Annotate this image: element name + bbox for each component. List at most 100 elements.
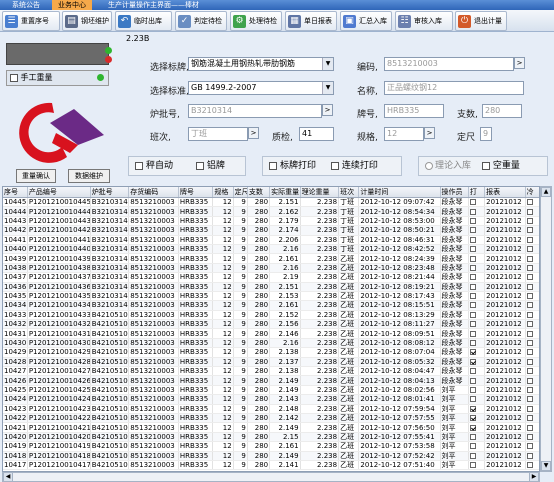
table-row[interactable]: 10418 P1201210010418 B4210510 8513210003 HRB…: [3, 451, 539, 461]
scroll-left-icon[interactable]: ◀: [3, 472, 13, 482]
row-checkbox[interactable]: [469, 227, 476, 234]
row-checkbox[interactable]: [469, 274, 476, 281]
table-row[interactable]: 10444 P1201210010444 B3210314 8513210003 HRB…: [3, 206, 539, 217]
scroll-up-icon[interactable]: ▲: [541, 187, 551, 197]
table-row[interactable]: 10420 P1201210010420 B4210510 8513210003 HRB…: [3, 432, 539, 443]
weight-confirm-button[interactable]: 重量确认: [16, 169, 56, 183]
table-row[interactable]: 10438 P1201210010438 B3210314 8513210003 HRB…: [3, 263, 539, 274]
row-checkbox[interactable]: [469, 293, 476, 300]
theory-in-radio[interactable]: [425, 161, 433, 170]
column-header[interactable]: 班次: [338, 187, 360, 198]
table-row[interactable]: 10425 P1201210010425 B4210510 8513210003 HRB…: [3, 385, 539, 396]
column-header[interactable]: 理论重量: [300, 187, 340, 198]
row-checkbox[interactable]: [469, 443, 476, 450]
name-field[interactable]: 正品螺纹钢12: [384, 81, 524, 95]
row-checkbox[interactable]: [469, 405, 476, 412]
count-field[interactable]: 280: [482, 104, 522, 118]
table-row[interactable]: 10435 P1201210010435 B3210314 8513210003 HRB…: [3, 291, 539, 302]
table-row[interactable]: 10431 P1201210010431 B4210510 8513210003 HRB…: [3, 328, 539, 339]
row-checkbox[interactable]: [526, 387, 533, 393]
auto-weigh-checkbox[interactable]: [135, 161, 143, 170]
column-header[interactable]: 存货编码: [128, 187, 179, 198]
code-field[interactable]: 8513210003: [384, 57, 514, 71]
column-header[interactable]: 产品编号: [27, 187, 91, 198]
row-checkbox[interactable]: [469, 424, 476, 431]
row-checkbox[interactable]: [469, 377, 476, 384]
table-row[interactable]: 10433 P1201210010433 B4210510 8513210003 HRB…: [3, 310, 539, 321]
aluminum-tag-checkbox[interactable]: [195, 161, 204, 170]
row-checkbox[interactable]: [469, 330, 476, 337]
toolbar-button-0[interactable]: ☰ 重置序号: [2, 11, 60, 31]
row-checkbox[interactable]: [526, 358, 533, 365]
table-row[interactable]: 10421 P1201210010421 B4210510 8513210003 HRB…: [3, 422, 539, 433]
row-checkbox[interactable]: [526, 255, 533, 262]
row-checkbox[interactable]: [526, 433, 533, 440]
scroll-down-icon[interactable]: ▼: [541, 461, 551, 471]
row-checkbox[interactable]: [469, 302, 476, 309]
row-checkbox[interactable]: [469, 236, 476, 243]
row-checkbox[interactable]: [469, 321, 476, 328]
row-checkbox[interactable]: [469, 433, 476, 440]
table-row[interactable]: 10429 P1201210010429 B4210510 8513210003 HRB…: [3, 347, 539, 358]
row-checkbox[interactable]: [526, 199, 533, 206]
row-checkbox[interactable]: [469, 368, 476, 375]
row-checkbox[interactable]: [526, 368, 533, 375]
row-checkbox[interactable]: [526, 340, 533, 347]
furnace-field[interactable]: B3210314: [188, 104, 322, 118]
row-checkbox[interactable]: [526, 283, 533, 290]
row-checkbox[interactable]: [526, 424, 533, 431]
toolbar-button-5[interactable]: ▦ 单日报表: [285, 11, 337, 31]
row-checkbox[interactable]: [526, 405, 533, 412]
table-row[interactable]: 10422 P1201210010422 B4210510 8513210003 HRB…: [3, 413, 539, 424]
column-header[interactable]: 报表: [484, 187, 526, 198]
row-checkbox[interactable]: [526, 293, 533, 300]
toolbar-button-6[interactable]: ▣ 汇总入库: [340, 11, 392, 31]
row-checkbox[interactable]: [526, 264, 533, 271]
row-checkbox[interactable]: [526, 443, 533, 450]
tab-production-weighing[interactable]: 生产计量操作主界面——棒材: [102, 0, 205, 10]
row-checkbox[interactable]: [469, 396, 476, 403]
shift-browse-button[interactable]: >: [248, 127, 259, 139]
table-row[interactable]: 10443 P1201210010443 B3210314 8513210003 HRB…: [3, 216, 539, 227]
column-header[interactable]: 冷: [525, 187, 539, 198]
empty-weight-checkbox[interactable]: [481, 161, 490, 170]
table-row[interactable]: 10434 P1201210010434 B3210314 8513210003 HRB…: [3, 300, 539, 311]
row-checkbox[interactable]: [526, 246, 533, 253]
row-checkbox[interactable]: [469, 462, 476, 469]
table-row[interactable]: 10430 P1201210010430 B4210510 8513210003 HRB…: [3, 338, 539, 349]
spec-browse-button[interactable]: >: [424, 127, 435, 139]
row-checkbox[interactable]: [526, 377, 533, 384]
code-browse-button[interactable]: >: [514, 57, 525, 69]
column-header[interactable]: 炉批号: [90, 187, 130, 198]
row-checkbox[interactable]: [469, 283, 476, 290]
row-checkbox[interactable]: [526, 396, 533, 403]
column-header[interactable]: 支数: [247, 187, 271, 198]
column-header[interactable]: 序号: [3, 187, 28, 198]
scroll-right-icon[interactable]: ▶: [529, 472, 539, 482]
manual-weight-checkbox[interactable]: [10, 73, 18, 82]
table-row[interactable]: 10432 P1201210010432 B4210510 8513210003 HRB…: [3, 319, 539, 330]
row-checkbox[interactable]: [469, 452, 476, 459]
table-row[interactable]: 10442 P1201210010442 B3210314 8513210003 HRB…: [3, 225, 539, 236]
row-checkbox[interactable]: [469, 199, 476, 206]
row-checkbox[interactable]: [526, 321, 533, 328]
row-checkbox[interactable]: [469, 349, 476, 356]
row-checkbox[interactable]: [526, 330, 533, 337]
column-header[interactable]: 计量时间: [358, 187, 441, 198]
qc-field[interactable]: 41: [299, 127, 334, 141]
furnace-browse-button[interactable]: >: [322, 104, 333, 116]
row-checkbox[interactable]: [526, 236, 533, 243]
row-checkbox[interactable]: [469, 217, 476, 224]
column-header[interactable]: 定尺: [233, 187, 248, 198]
toolbar-button-4[interactable]: ⚙ 处理待检: [230, 11, 282, 31]
continuous-print-checkbox[interactable]: [330, 161, 339, 170]
row-checkbox[interactable]: [526, 274, 533, 281]
horizontal-scrollbar[interactable]: ◀ ▶: [2, 472, 540, 482]
shift-field[interactable]: 丁班: [188, 127, 248, 141]
toolbar-button-8[interactable]: ⏻ 退出计量: [455, 11, 507, 31]
tab-announcement[interactable]: 系统公告: [6, 0, 46, 10]
row-checkbox[interactable]: [526, 302, 533, 309]
table-row[interactable]: 10439 P1201210010439 B3210314 8513210003 HRB…: [3, 253, 539, 264]
tab-business-center[interactable]: 业务中心: [52, 0, 92, 10]
row-checkbox[interactable]: [469, 264, 476, 271]
